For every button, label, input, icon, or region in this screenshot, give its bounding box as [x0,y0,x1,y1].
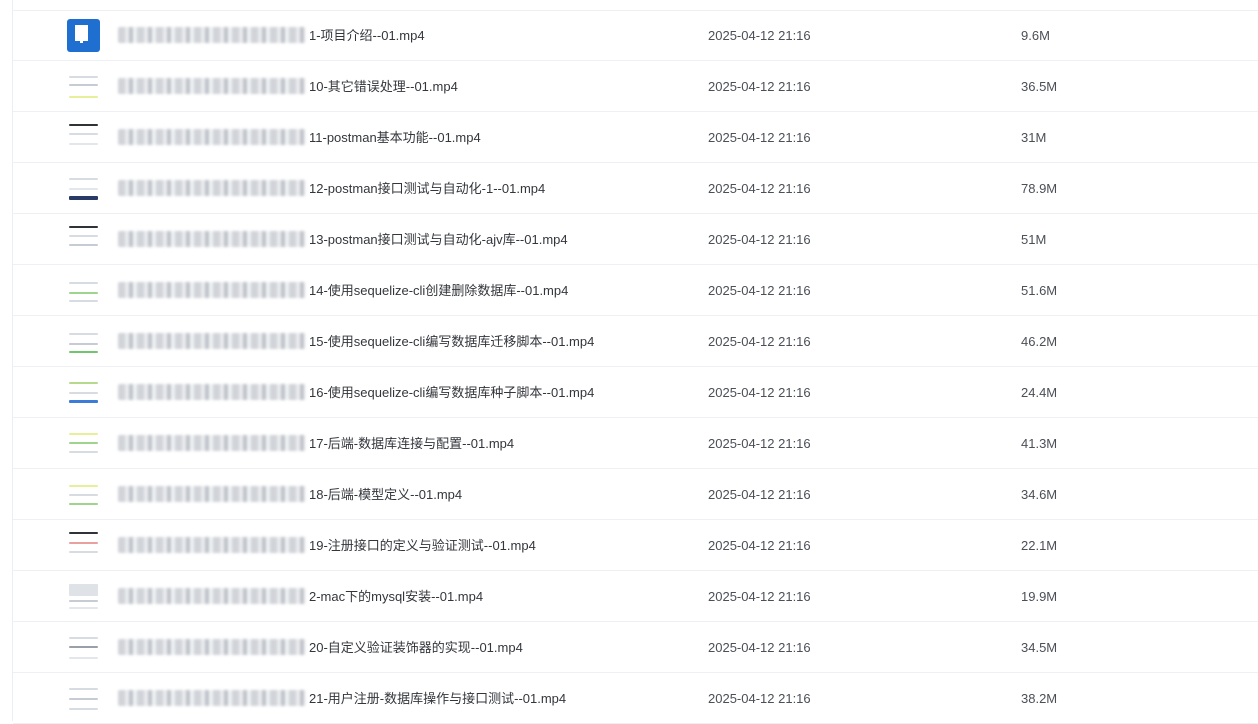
file-date: 2025-04-12 21:16 [708,232,811,247]
video-thumbnail [67,274,100,307]
file-row[interactable]: 14-使用sequelize-cli创建删除数据库--01.mp4 2025-0… [13,265,1258,316]
file-row[interactable]: 11-postman基本功能--01.mp4 2025-04-12 21:16 … [13,112,1258,163]
file-date: 2025-04-12 21:16 [708,691,811,706]
blurred-label [118,384,306,400]
file-size: 34.6M [1021,487,1058,502]
blurred-label [118,231,306,247]
video-thumbnail [67,70,100,103]
file-date: 2025-04-12 21:16 [708,79,811,94]
file-date: 2025-04-12 21:16 [708,334,811,349]
file-row[interactable]: 1-项目介绍--01.mp4 2025-04-12 21:16 9.6M [13,10,1258,61]
file-name[interactable]: 21-用户注册-数据库操作与接口测试--01.mp4 [309,673,566,724]
file-row[interactable]: 15-使用sequelize-cli编写数据库迁移脚本--01.mp4 2025… [13,316,1258,367]
file-row[interactable]: 12-postman接口测试与自动化-1--01.mp4 2025-04-12 … [13,163,1258,214]
blurred-label [118,180,306,196]
file-name[interactable]: 15-使用sequelize-cli编写数据库迁移脚本--01.mp4 [309,316,594,367]
file-size: 36.5M [1021,79,1058,94]
file-row[interactable]: 20-自定义验证装饰器的实现--01.mp4 2025-04-12 21:16 … [13,622,1258,673]
file-size: 41.3M [1021,436,1058,451]
file-size: 46.2M [1021,334,1058,349]
file-size: 38.2M [1021,691,1058,706]
file-row[interactable]: 2-mac下的mysql安装--01.mp4 2025-04-12 21:16 … [13,571,1258,622]
blurred-label [118,27,306,43]
file-name[interactable]: 2-mac下的mysql安装--01.mp4 [309,571,483,622]
file-name[interactable]: 18-后端-模型定义--01.mp4 [309,469,462,520]
file-name[interactable]: 20-自定义验证装饰器的实现--01.mp4 [309,622,523,673]
video-thumbnail [67,172,100,205]
blurred-label [118,690,306,706]
blurred-label [118,333,306,349]
file-size: 78.9M [1021,181,1058,196]
blurred-label [118,639,306,655]
blurred-label [118,588,306,604]
video-thumbnail [67,223,100,256]
file-date: 2025-04-12 21:16 [708,436,811,451]
file-size: 19.9M [1021,589,1058,604]
file-size: 9.6M [1021,28,1050,43]
file-row[interactable]: 21-用户注册-数据库操作与接口测试--01.mp4 2025-04-12 21… [13,673,1258,724]
file-size: 22.1M [1021,538,1058,553]
blurred-label [118,537,306,553]
file-row[interactable]: 13-postman接口测试与自动化-ajv库--01.mp4 2025-04-… [13,214,1258,265]
blurred-label [118,486,306,502]
file-date: 2025-04-12 21:16 [708,589,811,604]
file-list: 1-项目介绍--01.mp4 2025-04-12 21:16 9.6M 10-… [13,10,1258,724]
file-name[interactable]: 12-postman接口测试与自动化-1--01.mp4 [309,163,545,214]
file-name[interactable]: 19-注册接口的定义与验证测试--01.mp4 [309,520,536,571]
file-date: 2025-04-12 21:16 [708,283,811,298]
file-date: 2025-04-12 21:16 [708,487,811,502]
video-thumbnail [67,121,100,154]
video-thumbnail [67,325,100,358]
video-thumbnail [67,529,100,562]
video-thumbnail [67,682,100,715]
video-thumbnail [67,478,100,511]
file-row[interactable]: 19-注册接口的定义与验证测试--01.mp4 2025-04-12 21:16… [13,520,1258,571]
video-thumbnail [67,631,100,664]
file-size: 34.5M [1021,640,1058,655]
file-row[interactable]: 17-后端-数据库连接与配置--01.mp4 2025-04-12 21:16 … [13,418,1258,469]
file-name[interactable]: 16-使用sequelize-cli编写数据库种子脚本--01.mp4 [309,367,594,418]
file-name[interactable]: 1-项目介绍--01.mp4 [309,10,425,61]
file-row[interactable]: 16-使用sequelize-cli编写数据库种子脚本--01.mp4 2025… [13,367,1258,418]
video-file-icon [67,19,100,52]
file-size: 51M [1021,232,1047,247]
file-name[interactable]: 13-postman接口测试与自动化-ajv库--01.mp4 [309,214,568,265]
file-name[interactable]: 10-其它错误处理--01.mp4 [309,61,458,112]
blurred-label [118,282,306,298]
file-date: 2025-04-12 21:16 [708,385,811,400]
file-row[interactable]: 10-其它错误处理--01.mp4 2025-04-12 21:16 36.5M [13,61,1258,112]
blurred-label [118,435,306,451]
file-size: 24.4M [1021,385,1058,400]
file-row[interactable]: 18-后端-模型定义--01.mp4 2025-04-12 21:16 34.6… [13,469,1258,520]
file-date: 2025-04-12 21:16 [708,538,811,553]
video-thumbnail [67,427,100,460]
file-date: 2025-04-12 21:16 [708,181,811,196]
file-name[interactable]: 14-使用sequelize-cli创建删除数据库--01.mp4 [309,265,568,316]
file-name[interactable]: 17-后端-数据库连接与配置--01.mp4 [309,418,514,469]
file-date: 2025-04-12 21:16 [708,640,811,655]
video-thumbnail [67,376,100,409]
video-thumbnail [67,580,100,613]
file-name[interactable]: 11-postman基本功能--01.mp4 [309,112,481,163]
file-size: 51.6M [1021,283,1058,298]
file-date: 2025-04-12 21:16 [708,28,811,43]
blurred-label [118,129,306,145]
file-size: 31M [1021,130,1047,145]
file-date: 2025-04-12 21:16 [708,130,811,145]
blurred-label [118,78,306,94]
